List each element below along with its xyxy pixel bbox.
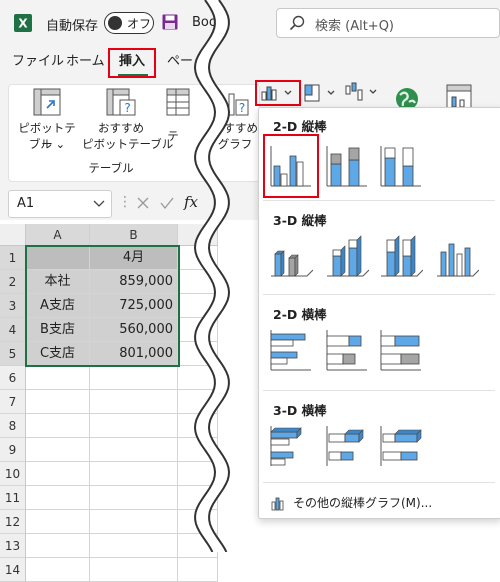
svg-text:X: X bbox=[18, 17, 28, 31]
3d-100-stacked-column-icon[interactable] bbox=[379, 234, 423, 278]
stacked-bar-icon[interactable] bbox=[325, 328, 369, 372]
100-stacked-bar-icon[interactable] bbox=[379, 328, 423, 372]
cell[interactable] bbox=[90, 390, 178, 414]
hierarchy-chart-icon[interactable] bbox=[304, 84, 340, 102]
cell[interactable] bbox=[90, 366, 178, 390]
cell[interactable] bbox=[178, 558, 218, 582]
search-placeholder: 検索 (Alt+Q) bbox=[315, 19, 395, 34]
recommended-pivot-label-2: ピボットテーブル bbox=[82, 137, 174, 151]
cell[interactable] bbox=[90, 534, 178, 558]
recommended-pivot-icon: ? bbox=[106, 88, 136, 116]
clustered-column-icon[interactable] bbox=[269, 144, 313, 188]
selection-range bbox=[25, 245, 180, 367]
cut-divider bbox=[193, 0, 231, 552]
pivot-table-icon bbox=[33, 88, 61, 116]
row-header[interactable]: 14 bbox=[0, 558, 26, 582]
3d-clustered-bar-icon[interactable] bbox=[269, 424, 313, 468]
svg-text:?: ? bbox=[124, 101, 130, 115]
cell[interactable] bbox=[26, 510, 90, 534]
cell[interactable] bbox=[90, 486, 178, 510]
row-header[interactable]: 5 bbox=[0, 342, 26, 366]
cell[interactable] bbox=[26, 486, 90, 510]
name-box[interactable]: A1 bbox=[8, 190, 112, 218]
section-separator bbox=[263, 294, 495, 295]
cell[interactable] bbox=[26, 534, 90, 558]
row-header[interactable]: 4 bbox=[0, 318, 26, 342]
row-header[interactable]: 12 bbox=[0, 510, 26, 534]
clustered-bar-icon[interactable] bbox=[269, 328, 313, 372]
section-3d-column: 3-D 縦棒 bbox=[273, 213, 327, 228]
3d-column-icon[interactable] bbox=[435, 234, 479, 278]
tab-file[interactable]: ファイル bbox=[12, 44, 64, 80]
3d-clustered-column-icon[interactable] bbox=[269, 234, 313, 278]
section-separator bbox=[263, 200, 495, 201]
section-3d-bar: 3-D 横棒 bbox=[273, 403, 327, 418]
row-header[interactable]: 10 bbox=[0, 462, 26, 486]
cell[interactable] bbox=[26, 438, 90, 462]
search-icon bbox=[289, 15, 305, 31]
formula-bar-grip: ⋮ bbox=[118, 194, 132, 210]
autosave-state: オフ bbox=[127, 17, 152, 31]
row-header[interactable]: 7 bbox=[0, 390, 26, 414]
row-header[interactable]: 11 bbox=[0, 486, 26, 510]
row-header[interactable]: 6 bbox=[0, 366, 26, 390]
waterfall-chart-icon[interactable] bbox=[344, 82, 380, 102]
column-chart-dropdown: 2-D 縦棒 3-D 縦棒 2-D 横棒 3-D 横棒 その他の縦棒グラフ(M)… bbox=[258, 107, 500, 519]
pivot-table-label-2-text: ブル bbox=[28, 137, 52, 151]
cell[interactable] bbox=[26, 558, 90, 582]
row-header[interactable]: 2 bbox=[0, 270, 26, 294]
row-header[interactable]: 9 bbox=[0, 438, 26, 462]
cell[interactable] bbox=[26, 414, 90, 438]
section-2d-bar: 2-D 横棒 bbox=[273, 307, 327, 322]
group-label-table: テーブル bbox=[88, 161, 134, 175]
cell[interactable] bbox=[90, 558, 178, 582]
pivot-table-label-2: ブル ⌄ bbox=[28, 137, 66, 151]
3d-stacked-column-icon[interactable] bbox=[325, 234, 369, 278]
100-stacked-column-icon[interactable] bbox=[379, 144, 423, 188]
cell[interactable] bbox=[90, 510, 178, 534]
column-chart-small-icon bbox=[271, 497, 284, 510]
more-column-charts-link[interactable]: その他の縦棒グラフ(M)... bbox=[271, 494, 432, 511]
section-separator bbox=[263, 482, 495, 483]
recommended-pivot-button[interactable]: ? おすすめ ピボットテーブル bbox=[82, 88, 174, 156]
section-2d-column: 2-D 縦棒 bbox=[273, 119, 327, 134]
name-box-value: A1 bbox=[17, 196, 35, 211]
row-header[interactable]: 1 bbox=[0, 246, 26, 270]
excel-x-icon: X bbox=[14, 14, 32, 32]
section-separator bbox=[263, 390, 495, 391]
column-header-b[interactable]: B bbox=[90, 224, 178, 246]
row-header[interactable]: 13 bbox=[0, 534, 26, 558]
cell[interactable] bbox=[26, 390, 90, 414]
search-box[interactable]: 検索 (Alt+Q) bbox=[276, 8, 500, 38]
more-column-charts-label: その他の縦棒グラフ(M)... bbox=[293, 496, 433, 510]
select-all-corner[interactable] bbox=[0, 224, 26, 246]
cell[interactable] bbox=[90, 414, 178, 438]
cell[interactable] bbox=[90, 438, 178, 462]
cell[interactable] bbox=[26, 366, 90, 390]
pivot-table-button[interactable]: ピボットテー ブル ⌄ bbox=[14, 88, 80, 156]
recommended-pivot-label-1: おすすめ bbox=[98, 121, 144, 135]
autosave-toggle[interactable]: オフ bbox=[104, 12, 154, 34]
column-header-a[interactable]: A bbox=[26, 224, 90, 246]
row-header[interactable]: 8 bbox=[0, 414, 26, 438]
autosave-label: 自動保存 bbox=[46, 19, 99, 34]
stacked-column-icon[interactable] bbox=[325, 144, 369, 188]
tab-home[interactable]: ホーム bbox=[66, 44, 105, 80]
column-chart-icon bbox=[261, 86, 292, 101]
insert-tab-highlight bbox=[108, 48, 156, 78]
column-chart-dropdown-button[interactable] bbox=[259, 83, 297, 103]
cell[interactable] bbox=[90, 462, 178, 486]
3d-stacked-bar-icon[interactable] bbox=[325, 424, 369, 468]
cancel-icon[interactable] bbox=[136, 196, 150, 210]
3d-100-stacked-bar-icon[interactable] bbox=[379, 424, 423, 468]
cell[interactable] bbox=[26, 462, 90, 486]
toggle-knob bbox=[108, 16, 122, 30]
row-header[interactable]: 3 bbox=[0, 294, 26, 318]
chevron-down-icon[interactable] bbox=[93, 200, 105, 208]
